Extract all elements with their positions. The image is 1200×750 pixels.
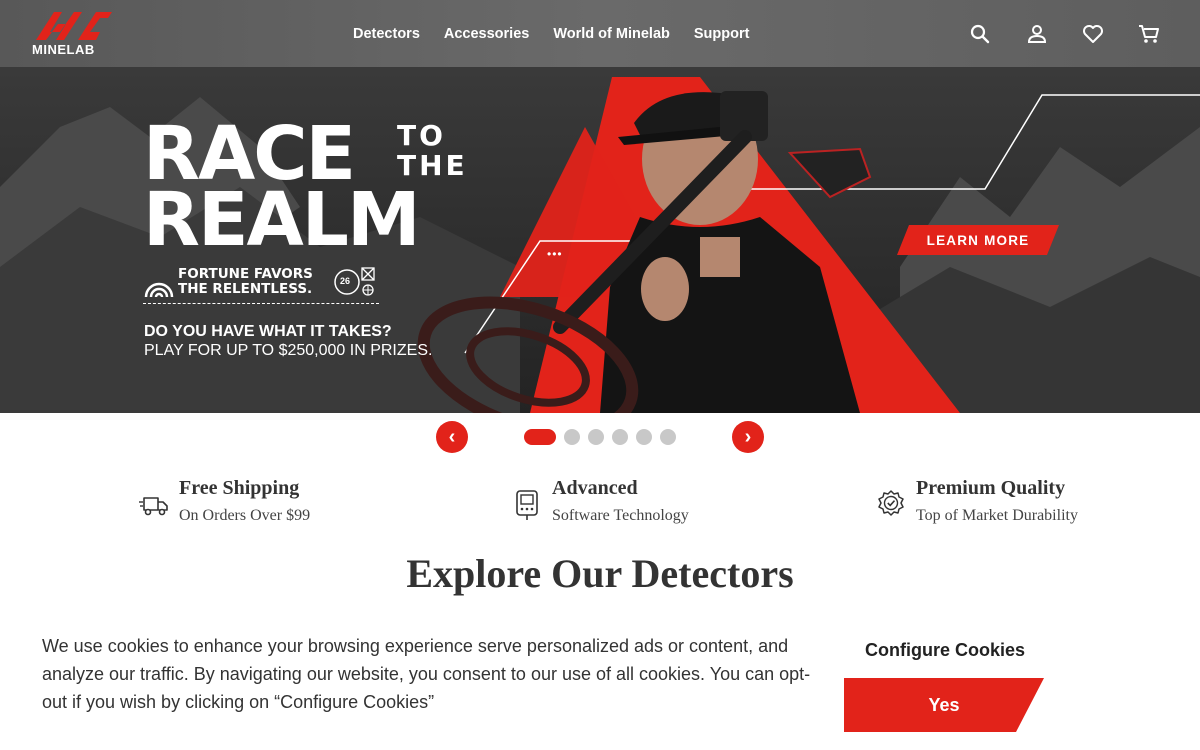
- signal-arch-icon: [144, 282, 174, 298]
- promo-line-2: PLAY FOR UP TO $250,000 IN PRIZES.: [144, 342, 433, 359]
- carousel-dot-2[interactable]: [564, 429, 580, 445]
- search-icon[interactable]: [968, 22, 992, 46]
- feature-subtitle: On Orders Over $99: [179, 507, 311, 524]
- quality-badge-icon: [878, 490, 904, 516]
- account-icon[interactable]: [1025, 22, 1049, 46]
- carousel-dot-3[interactable]: [588, 429, 604, 445]
- carousel-dot-5[interactable]: [636, 429, 652, 445]
- nav-world-of-minelab[interactable]: World of Minelab: [553, 26, 670, 42]
- cookie-banner: We use cookies to enhance your browsing …: [0, 600, 1200, 750]
- headline-to: TO: [397, 119, 446, 152]
- nav-accessories[interactable]: Accessories: [444, 26, 529, 42]
- truck-icon: [139, 497, 168, 516]
- tagline-line-1: FORTUNE FAVORS: [178, 266, 313, 282]
- feature-title: Premium Quality: [916, 477, 1066, 499]
- nav-detectors[interactable]: Detectors: [353, 26, 420, 42]
- site-header: MINELAB Detectors Accessories World of M…: [0, 0, 1200, 67]
- wishlist-heart-icon[interactable]: [1081, 22, 1105, 46]
- logo-mark-icon: [36, 12, 112, 40]
- main-nav: Detectors Accessories World of Minelab S…: [353, 26, 773, 42]
- cart-icon[interactable]: [1137, 22, 1161, 46]
- carousel-dots: [524, 429, 676, 445]
- nav-support[interactable]: Support: [694, 26, 750, 42]
- carousel-dot-6[interactable]: [660, 429, 676, 445]
- feature-subtitle: Software Technology: [552, 507, 689, 524]
- cookie-message: We use cookies to enhance your browsing …: [42, 636, 811, 712]
- feature-title: Free Shipping: [179, 477, 300, 499]
- feature-title: Advanced: [552, 477, 638, 499]
- headline-realm: REALM: [143, 177, 421, 263]
- hero-banner[interactable]: RACE TO THE REALM FORTUNE FAVORS THE REL…: [0, 67, 1200, 413]
- minelab-logo[interactable]: MINELAB: [30, 10, 114, 58]
- learn-more-button[interactable]: LEARN MORE: [897, 225, 1059, 255]
- badge-number: 26: [340, 276, 351, 286]
- configure-cookies-link[interactable]: Configure Cookies: [865, 640, 1025, 661]
- carousel-dot-4[interactable]: [612, 429, 628, 445]
- logo-text: MINELAB: [32, 42, 95, 57]
- menu-dots: •••: [547, 247, 563, 261]
- carousel-next-button[interactable]: ›: [732, 421, 764, 453]
- carousel-prev-button[interactable]: ‹: [436, 421, 468, 453]
- carousel-dot-1[interactable]: [524, 429, 556, 445]
- section-title: Explore Our Detectors: [406, 551, 794, 596]
- tagline-line-2: THE RELENTLESS.: [178, 281, 313, 297]
- promo-line-1: DO YOU HAVE WHAT IT TAKES?: [144, 323, 392, 340]
- feature-subtitle: Top of Market Durability: [916, 507, 1078, 524]
- fortune-text: FORTUNE FAVORS THE RELENTLESS.: [178, 267, 313, 297]
- detector-screen-icon: [516, 490, 538, 520]
- accept-cookies-button[interactable]: Yes: [844, 678, 1044, 732]
- tagline-divider: [143, 303, 379, 304]
